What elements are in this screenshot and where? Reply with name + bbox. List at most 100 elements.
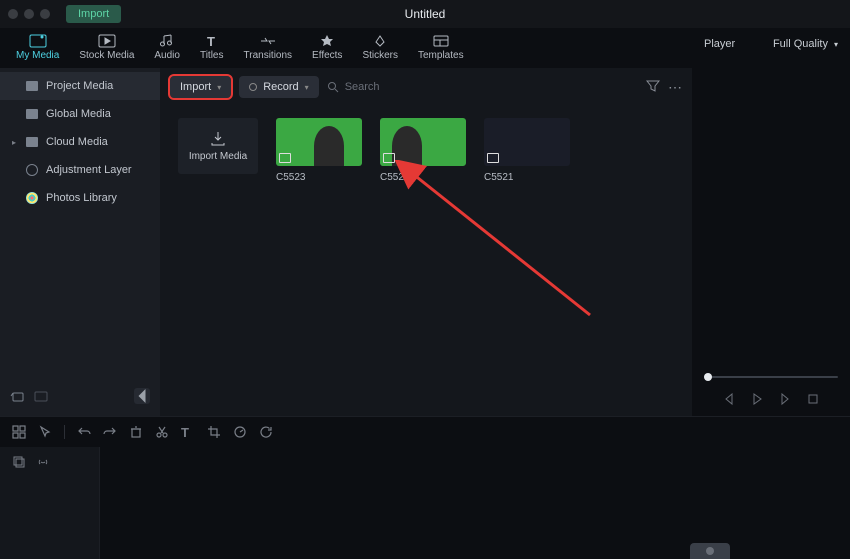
sidebar-label: Project Media: [46, 80, 113, 92]
titlebar: Import Untitled: [0, 0, 850, 28]
collapse-sidebar-button[interactable]: [134, 388, 150, 404]
crop-icon[interactable]: [207, 425, 221, 439]
pointer-icon[interactable]: [38, 425, 52, 439]
sidebar-label: Global Media: [46, 108, 111, 120]
media-name: C5523: [276, 172, 362, 183]
timeline-toolbar: T: [0, 417, 850, 447]
folder-icon: [26, 137, 38, 147]
sidebar-item-project-media[interactable]: Project Media: [0, 72, 160, 100]
tab-label: Stickers: [362, 50, 398, 61]
sidebar-label: Photos Library: [46, 192, 117, 204]
caret-down-icon: ▾: [305, 83, 309, 92]
video-badge-icon: [487, 153, 499, 163]
tab-label: Audio: [154, 50, 180, 61]
quality-selector[interactable]: Full Quality ▾: [773, 38, 838, 50]
delete-icon[interactable]: [129, 425, 143, 439]
folder-icon[interactable]: [34, 389, 48, 403]
refresh-icon[interactable]: [259, 425, 273, 439]
player-panel: Player Full Quality ▾: [692, 28, 850, 416]
video-badge-icon: [279, 153, 291, 163]
media-name: C5521: [484, 172, 570, 183]
tab-effects[interactable]: Effects: [312, 34, 342, 68]
sidebar-item-global-media[interactable]: Global Media: [0, 100, 160, 128]
tab-templates[interactable]: Templates: [418, 34, 464, 68]
media-item[interactable]: C5523: [276, 118, 362, 183]
sidebar: Project Media Global Media ▸Cloud Media …: [0, 68, 160, 416]
folder-icon: [26, 81, 38, 91]
tab-stickers[interactable]: Stickers: [362, 34, 398, 68]
sidebar-label: Cloud Media: [46, 136, 108, 148]
video-badge-icon: [383, 153, 395, 163]
button-label: Import: [180, 81, 211, 93]
play-icon[interactable]: [750, 392, 764, 406]
media-item[interactable]: C5522: [380, 118, 466, 183]
tab-label: Stock Media: [79, 50, 134, 61]
caret-down-icon: ▾: [217, 83, 221, 92]
tab-label: Titles: [200, 50, 224, 61]
import-icon: [210, 131, 226, 147]
import-pill[interactable]: Import: [66, 5, 121, 23]
window-controls[interactable]: [8, 9, 50, 19]
sidebar-item-photos-library[interactable]: Photos Library: [0, 184, 160, 212]
link-icon[interactable]: [36, 455, 50, 469]
search-input[interactable]: Search: [327, 81, 638, 93]
media-thumbnail: [276, 118, 362, 166]
media-grid: Import Media C5523 C5522 C5521: [160, 106, 692, 195]
tab-my-media[interactable]: My Media: [16, 34, 59, 68]
tab-stock-media[interactable]: Stock Media: [79, 34, 134, 68]
caret-down-icon: ▾: [834, 40, 838, 49]
player-viewport[interactable]: [692, 60, 850, 368]
left-panel: My Media Stock Media Audio T Titles Trans…: [0, 28, 692, 416]
new-folder-icon[interactable]: [10, 389, 24, 403]
sidebar-footer: [0, 382, 160, 410]
sidebar-item-cloud-media[interactable]: ▸ Cloud Media: [0, 128, 160, 156]
layer-icon[interactable]: [12, 455, 26, 469]
grid-icon[interactable]: [12, 425, 26, 439]
sidebar-label: Adjustment Layer: [46, 164, 132, 176]
import-button[interactable]: Import ▾: [170, 76, 231, 98]
player-header: Player Full Quality ▾: [692, 28, 850, 60]
placeholder: Search: [345, 81, 380, 93]
gear-icon: [26, 164, 38, 176]
tab-transitions[interactable]: Transitions: [244, 34, 293, 68]
chevron-icon: ▸: [12, 138, 18, 147]
tab-bar: My Media Stock Media Audio T Titles Trans…: [0, 28, 692, 68]
player-title: Player: [704, 38, 735, 50]
card-label: Import Media: [189, 151, 247, 162]
tab-audio[interactable]: Audio: [154, 34, 180, 68]
speed-icon[interactable]: [233, 425, 247, 439]
tab-label: My Media: [16, 50, 59, 61]
tab-label: Transitions: [244, 50, 293, 61]
timeline-track[interactable]: [100, 447, 850, 559]
player-controls: [692, 386, 850, 416]
more-icon[interactable]: ⋯: [668, 79, 682, 96]
svg-text:T: T: [207, 34, 215, 48]
media-item[interactable]: C5521: [484, 118, 570, 183]
document-title: Untitled: [405, 7, 446, 21]
timeline-handle[interactable]: [690, 543, 730, 559]
media-toolbar: Import ▾ Record▾ Search ⋯: [160, 68, 692, 106]
filter-icon[interactable]: [646, 79, 660, 96]
quality-label: Full Quality: [773, 38, 828, 50]
media-name: C5522: [380, 172, 466, 183]
text-tool-icon[interactable]: T: [181, 425, 195, 439]
tab-titles[interactable]: T Titles: [200, 34, 224, 68]
tab-label: Effects: [312, 50, 342, 61]
record-button[interactable]: Record▾: [239, 76, 318, 98]
media-thumbnail: [484, 118, 570, 166]
photos-icon: [26, 192, 38, 204]
redo-icon[interactable]: [103, 425, 117, 439]
player-scrubber[interactable]: [692, 368, 850, 386]
prev-icon[interactable]: [722, 392, 736, 406]
sidebar-item-adjustment-layer[interactable]: Adjustment Layer: [0, 156, 160, 184]
cut-icon[interactable]: [155, 425, 169, 439]
next-icon[interactable]: [778, 392, 792, 406]
import-media-card[interactable]: Import Media: [178, 118, 258, 183]
search-icon: [327, 81, 339, 93]
stop-icon[interactable]: [806, 392, 820, 406]
scrubber-handle[interactable]: [704, 373, 712, 381]
folder-icon: [26, 109, 38, 119]
timeline: T: [0, 416, 850, 558]
media-thumbnail: [380, 118, 466, 166]
undo-icon[interactable]: [77, 425, 91, 439]
